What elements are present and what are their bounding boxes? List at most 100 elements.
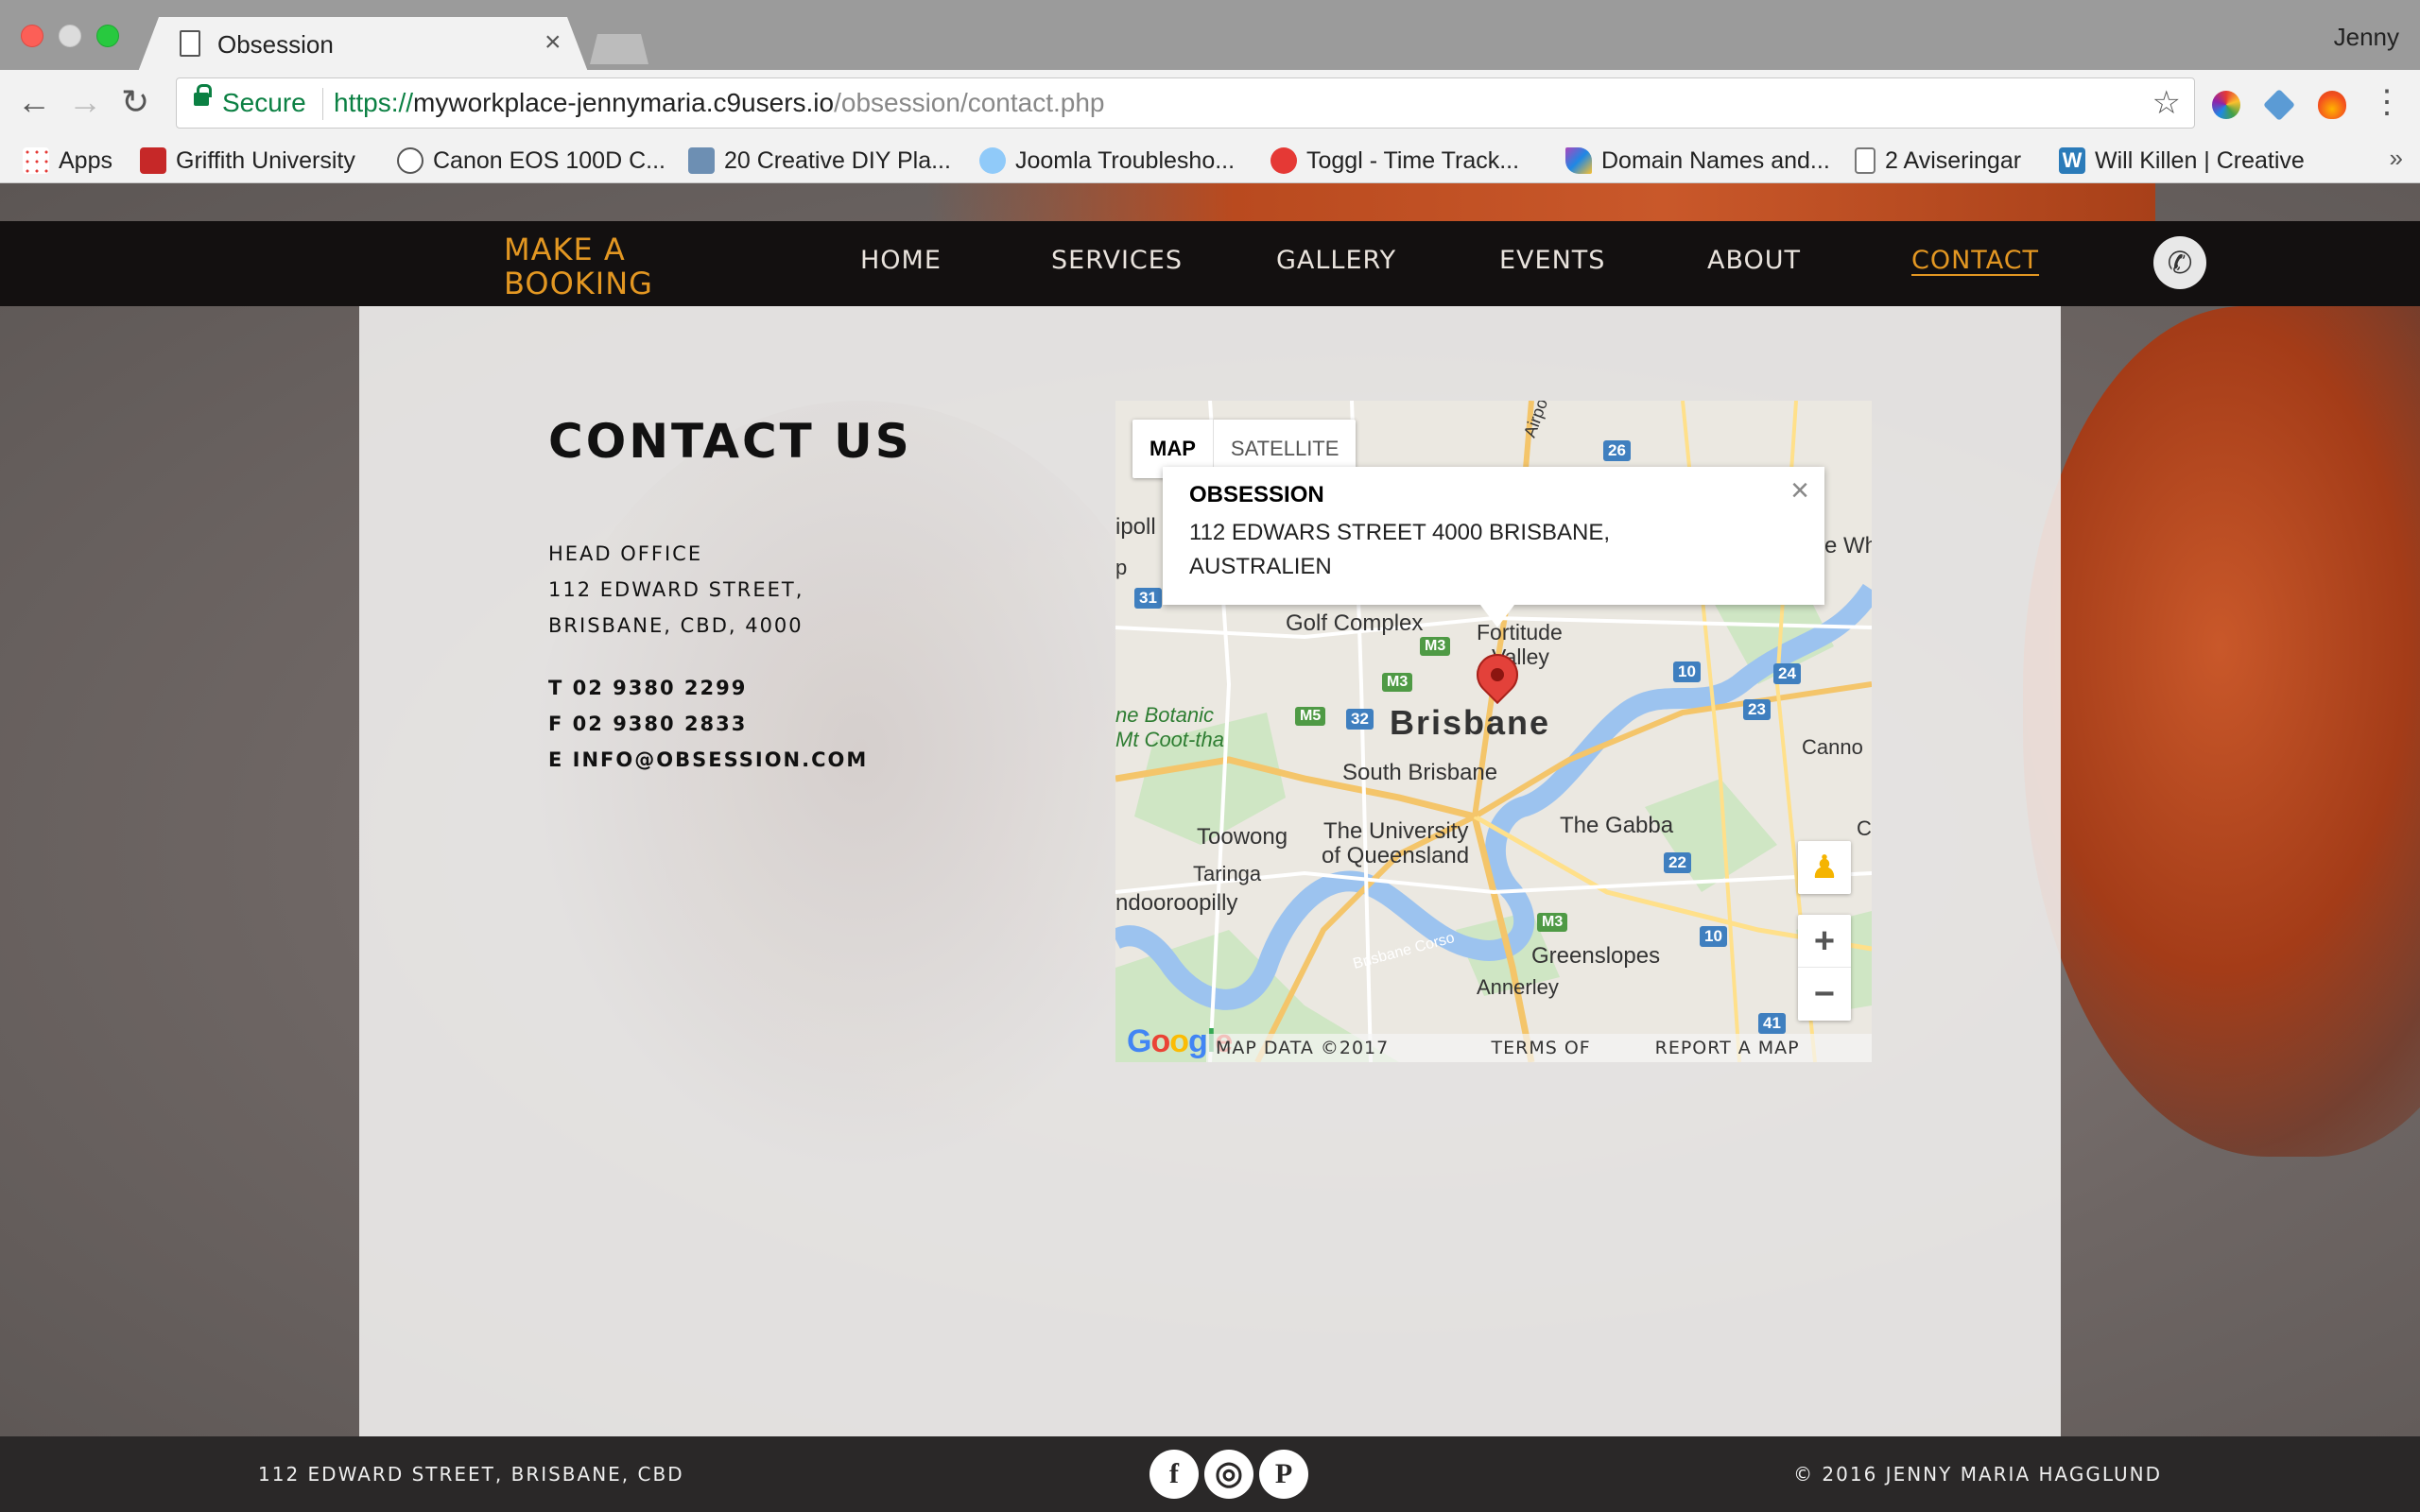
background-face xyxy=(529,401,1191,1176)
zoom-out-button[interactable]: − xyxy=(1798,968,1851,1021)
bookmark-will-killen[interactable]: W Will Killen | Creative xyxy=(2059,144,2305,178)
map-label: Mt Coot-tha xyxy=(1115,728,1224,751)
bookmark-joomla[interactable]: Joomla Troublesho... xyxy=(979,144,1235,178)
street-view-pegman-icon[interactable]: ♟ xyxy=(1798,841,1851,894)
terms-of-use-link[interactable]: TERMS OF USE xyxy=(1492,1034,1629,1062)
route-shield: M3 xyxy=(1420,637,1451,656)
reload-icon[interactable]: ↻ xyxy=(121,83,149,121)
lock-icon xyxy=(194,84,212,106)
bookmark-star-icon[interactable]: ☆ xyxy=(2152,84,2181,122)
pinterest-icon[interactable]: P xyxy=(1259,1450,1308,1499)
bookmark-label: Griffith University xyxy=(176,146,355,174)
apps-grid-icon xyxy=(23,147,49,174)
brand-line: BOOKING xyxy=(504,266,653,301)
map-label: The Gabba xyxy=(1560,813,1674,838)
website-viewport: MAKE A BOOKING HOME SERVICES GALLERY EVE… xyxy=(0,183,2420,1512)
map-label: The University xyxy=(1323,818,1469,844)
profile-name[interactable]: Jenny xyxy=(2334,23,2399,52)
bookmark-apps[interactable]: Apps xyxy=(23,144,112,178)
toggl-icon xyxy=(1270,147,1297,174)
route-shield: M3 xyxy=(1537,913,1568,932)
tab-title: Obsession xyxy=(217,30,334,59)
minimize-window-button[interactable] xyxy=(59,25,81,47)
map-label: Taringa xyxy=(1193,862,1262,885)
zoom-in-button[interactable]: + xyxy=(1798,915,1851,968)
bookmark-label: Will Killen | Creative xyxy=(2095,146,2305,174)
browser-tab-active[interactable]: Obsession × xyxy=(138,17,588,72)
back-icon[interactable]: ← xyxy=(17,83,51,121)
map-label: Canno xyxy=(1802,735,1863,759)
bookmarks-overflow-icon[interactable]: » xyxy=(2390,144,2403,173)
route-shield: 23 xyxy=(1743,699,1771,720)
address-bar[interactable]: Secure https://myworkplace-jennymaria.c9… xyxy=(176,77,2195,129)
map-info-window: OBSESSION 112 EDWARS STREET 4000 BRISBAN… xyxy=(1163,467,1824,627)
url-path: /obsession/contact.php xyxy=(834,88,1105,117)
domain-icon xyxy=(1565,147,1592,174)
site-navbar: MAKE A BOOKING HOME SERVICES GALLERY EVE… xyxy=(0,221,2420,306)
close-window-button[interactable] xyxy=(21,25,43,47)
bookmark-label: Canon EOS 100D C... xyxy=(433,146,666,174)
bookmark-canon[interactable]: Canon EOS 100D C... xyxy=(397,144,666,178)
map-label: Golf Complex xyxy=(1286,610,1424,636)
route-shield: 10 xyxy=(1700,926,1727,947)
url-text[interactable]: https://myworkplace-jennymaria.c9users.i… xyxy=(334,88,1105,118)
bookmark-label: 20 Creative DIY Pla... xyxy=(724,146,951,174)
route-shield: M5 xyxy=(1295,707,1326,726)
divider xyxy=(322,88,323,120)
bookmark-diy[interactable]: 20 Creative DIY Pla... xyxy=(688,144,951,178)
brand-line: MAKE A xyxy=(504,232,626,267)
url-scheme: https:// xyxy=(334,88,414,117)
background-hair xyxy=(2023,306,2420,1157)
route-shield: M3 xyxy=(1382,673,1413,692)
instagram-icon[interactable]: ◎ xyxy=(1204,1450,1253,1499)
map-label: Toowong xyxy=(1197,824,1288,850)
diy-icon xyxy=(688,147,715,174)
map-label: ndooroopilly xyxy=(1115,890,1238,916)
nav-services[interactable]: SERVICES xyxy=(1051,246,1183,275)
bookmarks-bar: Apps Griffith University Canon EOS 100D … xyxy=(0,138,2420,183)
browser-titlebar: Obsession × Jenny xyxy=(0,0,2420,72)
browser-toolbar: ← → ↻ Secure https://myworkplace-jennyma… xyxy=(0,70,2420,138)
forward-icon[interactable]: → xyxy=(68,83,102,121)
address-line: BRISBANE, CBD, 4000 xyxy=(548,614,804,637)
map-label: C xyxy=(1857,816,1872,840)
new-tab-button[interactable] xyxy=(590,34,648,64)
bookmark-label: 2 Aviseringar xyxy=(1885,146,2022,174)
map-label: Greenslopes xyxy=(1531,943,1661,969)
bookmark-domain[interactable]: Domain Names and... xyxy=(1565,144,1830,178)
url-host: myworkplace-jennymaria.c9users.io xyxy=(413,88,835,117)
bookmark-toggl[interactable]: Toggl - Time Track... xyxy=(1270,144,1519,178)
map-label: ipoll xyxy=(1115,514,1156,540)
extension-diamond-icon[interactable] xyxy=(2263,89,2295,121)
tab-close-icon[interactable]: × xyxy=(544,26,562,59)
maximize-window-button[interactable] xyxy=(96,25,119,47)
page-icon xyxy=(1855,147,1876,174)
phone-icon[interactable]: ✆ xyxy=(2153,236,2206,289)
nav-events[interactable]: EVENTS xyxy=(1499,246,1605,275)
fax-number: F 02 9380 2833 xyxy=(548,713,748,735)
joomla-icon xyxy=(979,147,1006,174)
google-map[interactable]: Brisbane South Brisbane Golf Complex For… xyxy=(1115,401,1872,1062)
route-shield: 32 xyxy=(1346,709,1374,730)
page-title: CONTACT US xyxy=(548,414,912,469)
nav-about[interactable]: ABOUT xyxy=(1707,246,1801,275)
make-booking-link[interactable]: MAKE A BOOKING xyxy=(504,232,653,301)
site-footer: 112 EDWARD STREET, BRISBANE, CBD f ◎ P ©… xyxy=(0,1436,2420,1512)
email-link[interactable]: E INFO@OBSESSION.COM xyxy=(548,748,868,771)
map-label: South Brisbane xyxy=(1342,760,1498,785)
info-window-title: OBSESSION xyxy=(1189,482,1324,507)
close-icon[interactable]: × xyxy=(1790,472,1809,509)
bookmark-label: Apps xyxy=(59,146,112,174)
canon-icon xyxy=(397,147,424,174)
browser-menu-icon[interactable]: ⋮ xyxy=(2371,83,2403,121)
nav-home[interactable]: HOME xyxy=(860,246,942,275)
color-picker-extension-icon[interactable] xyxy=(2212,91,2240,119)
footer-copyright: © 2016 JENNY MARIA HAGGLUND xyxy=(1793,1463,2162,1486)
bookmark-aviseringar[interactable]: 2 Aviseringar xyxy=(1855,144,2021,178)
facebook-icon[interactable]: f xyxy=(1150,1450,1199,1499)
nav-contact[interactable]: CONTACT xyxy=(1911,246,2039,275)
extension-flame-icon[interactable] xyxy=(2318,91,2346,119)
nav-gallery[interactable]: GALLERY xyxy=(1276,246,1396,275)
bookmark-griffith[interactable]: Griffith University xyxy=(140,144,355,178)
report-map-error-link[interactable]: REPORT A MAP ERROR xyxy=(1655,1034,1862,1062)
